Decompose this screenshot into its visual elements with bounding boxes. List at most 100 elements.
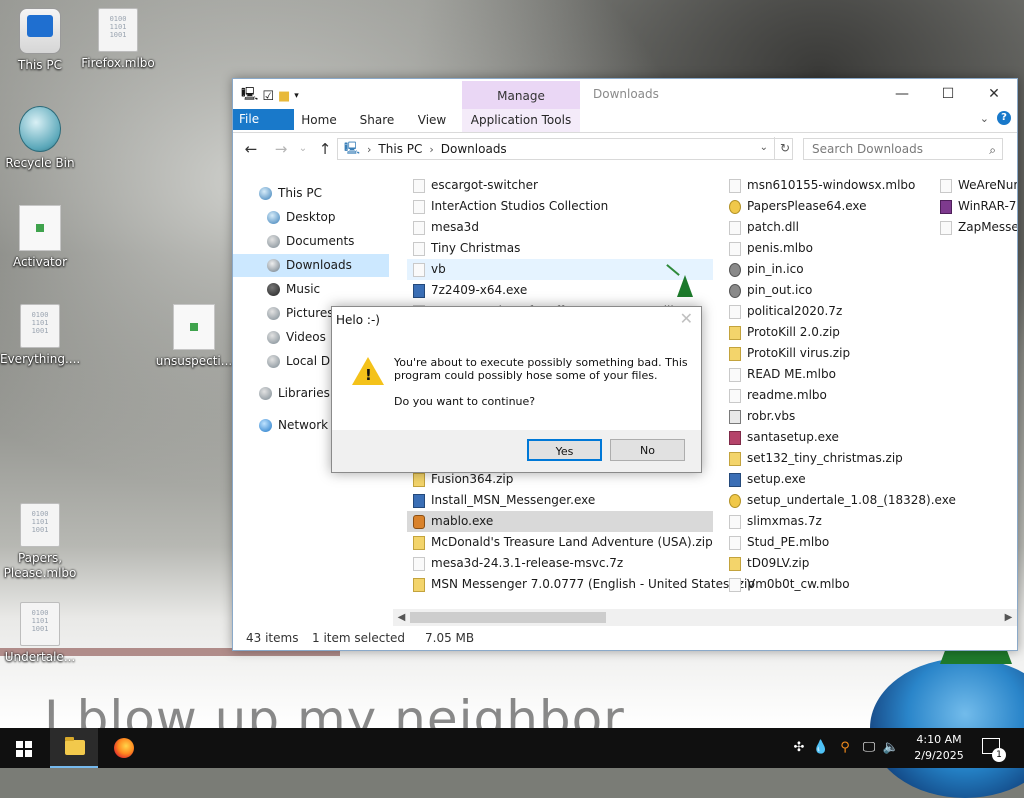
back-button[interactable]: ← — [241, 139, 261, 159]
list-item[interactable]: READ ME.mlbo — [723, 364, 836, 385]
list-item[interactable]: tD09LV.zip — [723, 553, 809, 574]
breadcrumb-separator-icon[interactable]: › — [429, 143, 433, 156]
list-item[interactable]: McDonald's Treasure Land Adventure (USA)… — [407, 532, 713, 553]
list-item[interactable]: WeAreNum — [934, 175, 1017, 196]
list-item[interactable]: political2020.7z — [723, 301, 842, 322]
customize-chevron-icon[interactable]: ▾ — [294, 91, 299, 101]
desktop-icon-firefox-mlbo[interactable]: 0100 1101 1001 Firefox.mlbo — [78, 8, 158, 71]
tab-manage[interactable]: Manage — [462, 81, 580, 109]
scrollbar-thumb[interactable] — [410, 612, 606, 623]
minimize-button[interactable]: — — [879, 79, 925, 109]
nav-item-libraries[interactable]: Libraries — [259, 382, 330, 405]
list-item[interactable]: WinRAR-70 — [934, 196, 1017, 217]
properties-icon[interactable]: ☑ — [262, 89, 274, 104]
desktop-icon-recycle-bin[interactable]: Recycle Bin — [0, 106, 80, 171]
clock[interactable]: 4:10 AM 2/9/2025 — [904, 732, 974, 764]
list-item[interactable]: Tiny Christmas — [407, 238, 520, 259]
address-dropdown-icon[interactable]: ⌄ — [760, 142, 768, 153]
close-icon[interactable]: ✕ — [680, 309, 693, 328]
tab-file[interactable]: File — [233, 109, 294, 130]
nav-item-pictures[interactable]: Pictures — [267, 302, 334, 325]
list-item[interactable]: penis.mlbo — [723, 238, 813, 259]
yes-button[interactable]: Yes — [527, 439, 602, 461]
tray-search-icon[interactable]: ⚲ — [834, 728, 856, 768]
list-item[interactable]: Stud_PE.mlbo — [723, 532, 829, 553]
nav-item-desktop[interactable]: Desktop — [267, 206, 336, 229]
list-item[interactable]: Install_MSN_Messenger.exe — [407, 490, 595, 511]
nav-item-videos[interactable]: Videos — [267, 326, 326, 349]
tray-drop-icon[interactable]: 💧 — [810, 728, 832, 768]
tab-home[interactable]: Home — [295, 109, 343, 132]
list-item[interactable]: ProtoKill virus.zip — [723, 343, 850, 364]
list-item[interactable]: setup.exe — [723, 469, 806, 490]
list-item[interactable]: mesa3d-24.3.1-release-msvc.7z — [407, 553, 623, 574]
tab-view[interactable]: View — [409, 109, 455, 132]
address-bar[interactable]: 🖳 › This PC › Downloads ⌄ — [337, 138, 793, 160]
list-item[interactable]: escargot-switcher — [407, 175, 538, 196]
list-item[interactable]: santasetup.exe — [723, 427, 839, 448]
list-item[interactable]: robr.vbs — [723, 406, 795, 427]
desktop-icon-activator[interactable]: Activator — [0, 205, 80, 270]
list-item[interactable]: setup_undertale_1.08_(18328).exe — [723, 490, 956, 511]
list-item[interactable]: set132_tiny_christmas.zip — [723, 448, 903, 469]
search-input[interactable]: Search Downloads ⌕ — [803, 138, 1003, 160]
nav-item-documents[interactable]: Documents — [267, 230, 354, 253]
breadcrumb-downloads[interactable]: Downloads — [441, 142, 507, 156]
taskbar-firefox[interactable] — [100, 728, 148, 768]
list-item[interactable]: ProtoKill 2.0.zip — [723, 322, 840, 343]
file-name: PapersPlease64.exe — [747, 199, 867, 213]
list-item[interactable]: MSN Messenger 7.0.0777 (English - United… — [407, 574, 755, 595]
forward-button[interactable]: → — [271, 139, 291, 159]
list-item[interactable]: 7z2409-x64.exe — [407, 280, 527, 301]
desktop-icon-this-pc[interactable]: This PC — [0, 8, 80, 73]
nav-item-network[interactable]: Network — [259, 414, 328, 437]
volume-icon[interactable]: 🔈 — [880, 728, 902, 768]
desktop-icon-undertale[interactable]: 0100 1101 1001 Undertale... — [0, 602, 80, 665]
desktop-icon-everything[interactable]: 0100 1101 1001 Everything.... — [0, 304, 80, 367]
nav-item-this-pc[interactable]: This PC — [259, 182, 322, 205]
taskbar-file-explorer[interactable] — [50, 728, 98, 768]
list-item[interactable]: readme.mlbo — [723, 385, 827, 406]
drive-icon — [267, 355, 280, 368]
maximize-button[interactable]: ☐ — [925, 79, 971, 109]
list-item[interactable]: InterAction Studios Collection — [407, 196, 608, 217]
recent-locations-chevron-icon[interactable]: ⌄ — [293, 139, 313, 159]
list-item[interactable]: PapersPlease64.exe — [723, 196, 867, 217]
list-item[interactable]: msn610155-windowsx.mlbo — [723, 175, 915, 196]
folder-icon — [413, 199, 425, 214]
close-button[interactable]: ✕ — [971, 79, 1017, 109]
new-folder-icon[interactable]: ■ — [278, 89, 290, 104]
refresh-button[interactable]: ↻ — [774, 137, 795, 159]
list-item[interactable]: patch.dll — [723, 217, 799, 238]
list-item[interactable]: slimxmas.7z — [723, 511, 822, 532]
help-icon[interactable]: ? — [997, 111, 1011, 125]
desktop-icon-papers-please[interactable]: 0100 1101 1001 Papers, Please.mlbo — [0, 503, 80, 581]
notification-badge: 1 — [992, 748, 1006, 762]
desktop-folder-icon — [267, 211, 280, 224]
breadcrumb-this-pc[interactable]: This PC — [378, 142, 422, 156]
nav-item-local-disk[interactable]: Local Dis — [267, 350, 340, 373]
list-item[interactable]: pin_out.ico — [723, 280, 812, 301]
breadcrumb-separator-icon[interactable]: › — [367, 143, 371, 156]
up-button[interactable]: ↑ — [315, 139, 335, 159]
list-item[interactable]: mesa3d — [407, 217, 479, 238]
tab-share[interactable]: Share — [353, 109, 401, 132]
tab-application-tools[interactable]: Application Tools — [462, 109, 580, 132]
list-item[interactable]: ZapMessen — [934, 217, 1017, 238]
no-button[interactable]: No — [610, 439, 685, 461]
desktop-icon-unsuspecting[interactable]: unsuspecti... — [154, 304, 234, 369]
list-item[interactable]: Vm0b0t_cw.mlbo — [723, 574, 850, 595]
libraries-icon — [259, 387, 272, 400]
start-button[interactable] — [0, 728, 48, 768]
expand-ribbon-chevron-icon[interactable]: ⌄ — [980, 112, 989, 125]
scroll-right-arrow-icon[interactable]: ▶ — [1000, 609, 1017, 626]
scroll-left-arrow-icon[interactable]: ◀ — [393, 609, 410, 626]
horizontal-scrollbar[interactable]: ◀ ▶ — [393, 609, 1017, 626]
list-item[interactable]: vb — [407, 259, 713, 280]
list-item[interactable]: pin_in.ico — [723, 259, 804, 280]
nav-item-downloads[interactable]: Downloads — [233, 254, 389, 277]
list-item-selected[interactable]: mablo.exe — [407, 511, 713, 532]
nav-item-music[interactable]: Music — [267, 278, 320, 301]
tray-app-icon[interactable]: ✣ — [788, 728, 810, 768]
network-icon[interactable]: 🖵 — [858, 728, 880, 768]
